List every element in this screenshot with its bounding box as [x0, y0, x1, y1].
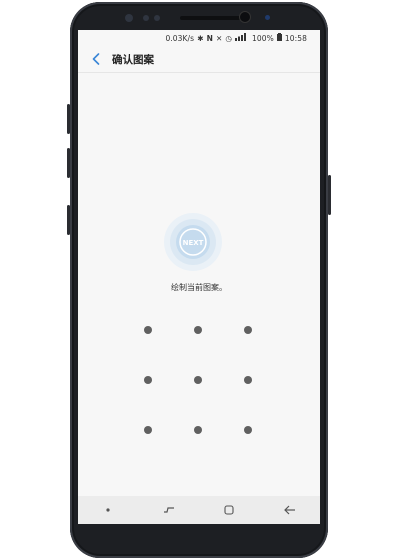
pattern-dot[interactable] — [244, 426, 252, 434]
phone-right-button — [328, 175, 331, 215]
speaker-grille — [180, 16, 242, 20]
camera-icon — [240, 12, 250, 22]
sensor-dot — [143, 15, 149, 21]
mute-icon: ✕ — [215, 33, 223, 43]
back-arrow-icon[interactable] — [86, 49, 106, 69]
next-logo-text: NEXT — [183, 239, 204, 247]
screen: 0.03K/s ✱ N ✕ ◷ 100% 10:58 确认图案 NEXT 绘制当… — [78, 30, 320, 524]
pattern-dot[interactable] — [194, 376, 202, 384]
pattern-dot[interactable] — [244, 326, 252, 334]
recent-apps-icon[interactable] — [157, 500, 181, 520]
nav-bar — [78, 496, 320, 524]
network-speed: 0.03K/s — [165, 33, 195, 43]
signal-icon — [235, 33, 249, 43]
nav-dot-indicator — [96, 500, 120, 520]
sensor-dot — [154, 15, 160, 21]
pattern-hint: 绘制当前图案。 — [171, 283, 227, 292]
phone-left-button-2 — [67, 148, 70, 178]
pattern-dot[interactable] — [144, 376, 152, 384]
sensor-dot — [125, 14, 133, 22]
home-icon[interactable] — [217, 500, 241, 520]
pattern-dot[interactable] — [144, 326, 152, 334]
pattern-grid[interactable] — [78, 310, 320, 450]
sensor-dot — [265, 15, 270, 20]
phone-left-button-3 — [67, 205, 70, 235]
pattern-dot[interactable] — [194, 426, 202, 434]
next-logo-icon: NEXT — [163, 212, 223, 272]
app-bar: 确认图案 — [78, 46, 320, 73]
phone-left-button-1 — [67, 104, 70, 134]
back-icon[interactable] — [278, 500, 302, 520]
nfc-icon: N — [206, 33, 213, 43]
pattern-dot[interactable] — [244, 376, 252, 384]
pattern-dot[interactable] — [194, 326, 202, 334]
status-bar: 0.03K/s ✱ N ✕ ◷ 100% 10:58 — [78, 30, 320, 46]
pattern-dot[interactable] — [144, 426, 152, 434]
battery-icon — [276, 33, 282, 43]
clock: 10:58 — [284, 33, 307, 43]
page-title: 确认图案 — [112, 53, 154, 66]
alarm-icon: ◷ — [225, 33, 233, 43]
battery-percent: 100% — [252, 33, 274, 43]
bluetooth-icon: ✱ — [197, 33, 204, 43]
